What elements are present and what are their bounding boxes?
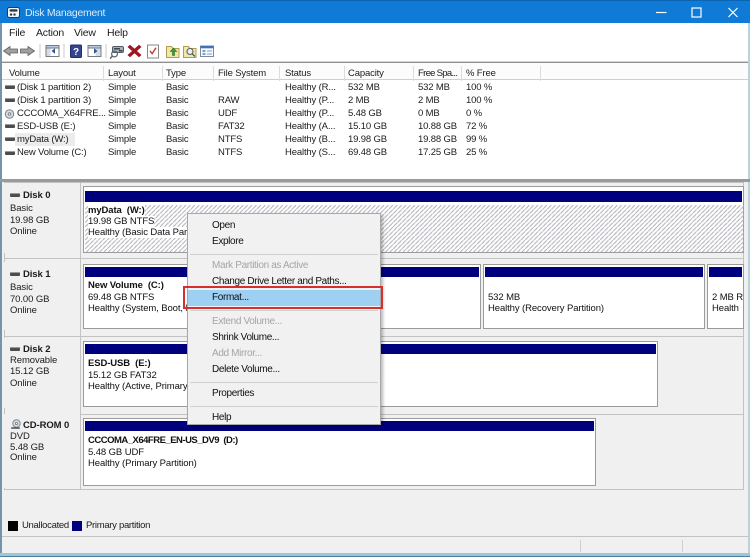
svg-text:?: ? xyxy=(73,47,79,58)
